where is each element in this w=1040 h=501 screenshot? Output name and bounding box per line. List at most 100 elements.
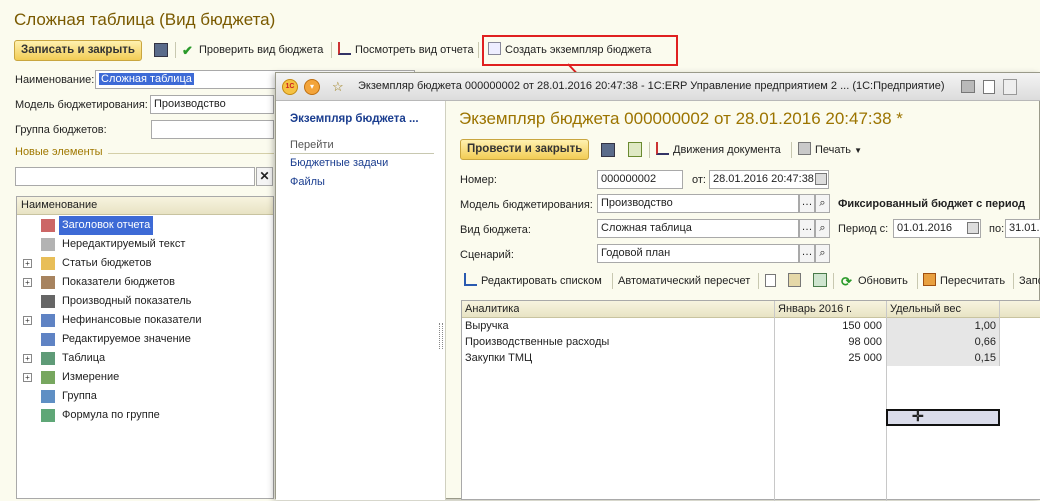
print-button[interactable]: Печать ▼ xyxy=(798,140,862,160)
paste-icon[interactable] xyxy=(788,273,801,287)
view-report-button[interactable]: Посмотреть вид отчета xyxy=(338,40,474,60)
expand-icon[interactable]: + xyxy=(23,373,32,382)
menu-dropdown-icon[interactable]: ▾ xyxy=(304,79,320,95)
create-budget-instance-button[interactable]: Создать экземпляр бюджета xyxy=(488,40,651,60)
column-divider xyxy=(774,301,775,501)
select-dots-icon[interactable]: … xyxy=(799,244,815,263)
open-search-icon[interactable]: ⌕ xyxy=(815,194,830,213)
selected-cell[interactable] xyxy=(886,409,1000,426)
preview-icon[interactable] xyxy=(983,80,995,94)
column-header[interactable]: Удельный вес xyxy=(890,301,961,317)
date-field[interactable]: 28.01.2016 20:47:38 xyxy=(709,170,829,189)
document-movements-button[interactable]: Движения документа xyxy=(656,140,781,160)
tree-row[interactable]: + Измерение xyxy=(17,368,273,387)
table-cell[interactable]: Закупки ТМЦ xyxy=(465,350,770,366)
column-header[interactable]: Январь 2016 г. xyxy=(778,301,852,317)
table-cell[interactable]: Выручка xyxy=(465,318,770,334)
period-to-field[interactable]: 31.01.2 xyxy=(1005,219,1040,238)
post-close-button[interactable]: Провести и закрыть xyxy=(460,139,590,160)
refresh-button[interactable]: ⟳ Обновить xyxy=(841,271,908,291)
period-to-label: по: xyxy=(989,223,1005,235)
expand-icon[interactable]: + xyxy=(23,354,32,363)
number-field[interactable]: 000000002 xyxy=(597,170,683,189)
model-field[interactable]: Производство xyxy=(597,194,799,213)
select-dots-icon[interactable]: … xyxy=(799,219,815,238)
toolbar-separator xyxy=(331,42,332,58)
period-from-field[interactable]: 01.01.2016 xyxy=(893,219,981,238)
panel-heading[interactable]: Экземпляр бюджета ... xyxy=(290,113,419,125)
tree-row[interactable]: Редактируемое значение xyxy=(17,330,273,349)
budget-kind-field[interactable]: Сложная таблица xyxy=(597,219,799,238)
period-from-label: Период с: xyxy=(838,223,889,235)
edit-list-label: Редактировать списком xyxy=(481,275,602,287)
open-search-icon[interactable]: ⌕ xyxy=(815,244,830,263)
tree-row[interactable]: + Таблица xyxy=(17,349,273,368)
more-icon[interactable] xyxy=(1003,79,1017,95)
table-cell[interactable]: 0,15 xyxy=(890,350,996,366)
elements-tree[interactable]: Наименование Заголовок отчета Нередактиру… xyxy=(16,196,274,499)
expand-icon[interactable]: + xyxy=(23,316,32,325)
app-logo-icon[interactable]: 1С xyxy=(282,79,298,95)
tree-row[interactable]: + Показатели бюджетов xyxy=(17,273,273,292)
recalc-button[interactable]: Пересчитать xyxy=(923,271,1005,291)
tree-item-label: Редактируемое значение xyxy=(62,333,191,345)
toolbar-separator xyxy=(1013,273,1014,289)
clear-icon[interactable]: ✕ xyxy=(256,167,273,186)
search-input[interactable] xyxy=(15,167,255,186)
fill-button[interactable]: Запо xyxy=(1019,271,1040,291)
open-search-icon[interactable]: ⌕ xyxy=(815,219,830,238)
model-field[interactable]: Производство xyxy=(150,95,274,114)
table-cell[interactable]: 150 000 xyxy=(778,318,882,334)
text-icon xyxy=(41,238,55,251)
table-cell[interactable]: 1,00 xyxy=(890,318,996,334)
toolbar-separator xyxy=(758,273,759,289)
save-icon[interactable] xyxy=(601,143,615,157)
tree-row[interactable]: Заголовок отчета xyxy=(17,216,273,235)
edit-list-button[interactable]: Редактировать списком xyxy=(464,271,602,291)
select-dots-icon[interactable]: … xyxy=(799,194,815,213)
nav-link-budget-tasks[interactable]: Бюджетные задачи xyxy=(290,157,388,169)
tree-row[interactable]: Нередактируемый текст xyxy=(17,235,273,254)
expand-icon[interactable]: + xyxy=(23,259,32,268)
save-icon[interactable] xyxy=(154,43,168,57)
favorite-star-icon[interactable]: ☆ xyxy=(332,79,344,95)
auto-recalc-button[interactable]: Автоматический пересчет xyxy=(618,271,750,291)
recalc-label: Пересчитать xyxy=(940,275,1006,287)
copy-icon[interactable] xyxy=(765,274,776,287)
period-from-value: 01.01.2016 xyxy=(897,222,953,234)
expand-icon[interactable]: + xyxy=(23,278,32,287)
scenario-field[interactable]: Годовой план xyxy=(597,244,799,263)
table-cell[interactable]: 25 000 xyxy=(778,350,882,366)
tree-row[interactable]: + Статьи бюджетов xyxy=(17,254,273,273)
refresh-icon: ⟳ xyxy=(841,274,852,289)
tree-item-label: Заголовок отчета xyxy=(59,216,154,235)
group-field[interactable] xyxy=(151,120,274,139)
tree-row[interactable]: Группа xyxy=(17,387,273,406)
print-icon[interactable] xyxy=(961,80,975,93)
budget-table[interactable]: Аналитика Январь 2016 г. Удельный вес Вы… xyxy=(461,300,1040,501)
movements-label: Движения документа xyxy=(673,144,781,156)
table-cell[interactable]: Производственные расходы xyxy=(465,334,770,350)
tree-row[interactable]: Формула по группе xyxy=(17,406,273,425)
save-close-button[interactable]: Записать и закрыть xyxy=(14,40,142,61)
tree-item-label: Нефинансовые показатели xyxy=(62,314,202,326)
name-value: Сложная таблица xyxy=(99,73,194,85)
post-icon[interactable] xyxy=(628,142,642,157)
toolbar-separator xyxy=(478,42,479,58)
tree-row[interactable]: + Нефинансовые показатели xyxy=(17,311,273,330)
calendar-icon[interactable] xyxy=(815,173,827,185)
tree-row[interactable]: Производный показатель xyxy=(17,292,273,311)
copy-rows-icon[interactable] xyxy=(813,273,827,287)
tree-item-label: Статьи бюджетов xyxy=(62,257,152,269)
calculator-icon xyxy=(923,273,936,286)
calendar-icon[interactable] xyxy=(967,222,979,234)
edit-list-icon xyxy=(464,273,477,286)
check-budget-kind-button[interactable]: ✔ Проверить вид бюджета xyxy=(182,40,323,60)
column-header[interactable]: Аналитика xyxy=(465,301,519,317)
scenario-label: Сценарий: xyxy=(460,249,514,261)
kind-label: Вид бюджета: xyxy=(460,224,531,236)
nav-link-files[interactable]: Файлы xyxy=(290,176,325,188)
table-cell[interactable]: 98 000 xyxy=(778,334,882,350)
table-cell[interactable]: 0,66 xyxy=(890,334,996,350)
splitter-handle[interactable] xyxy=(439,323,443,349)
